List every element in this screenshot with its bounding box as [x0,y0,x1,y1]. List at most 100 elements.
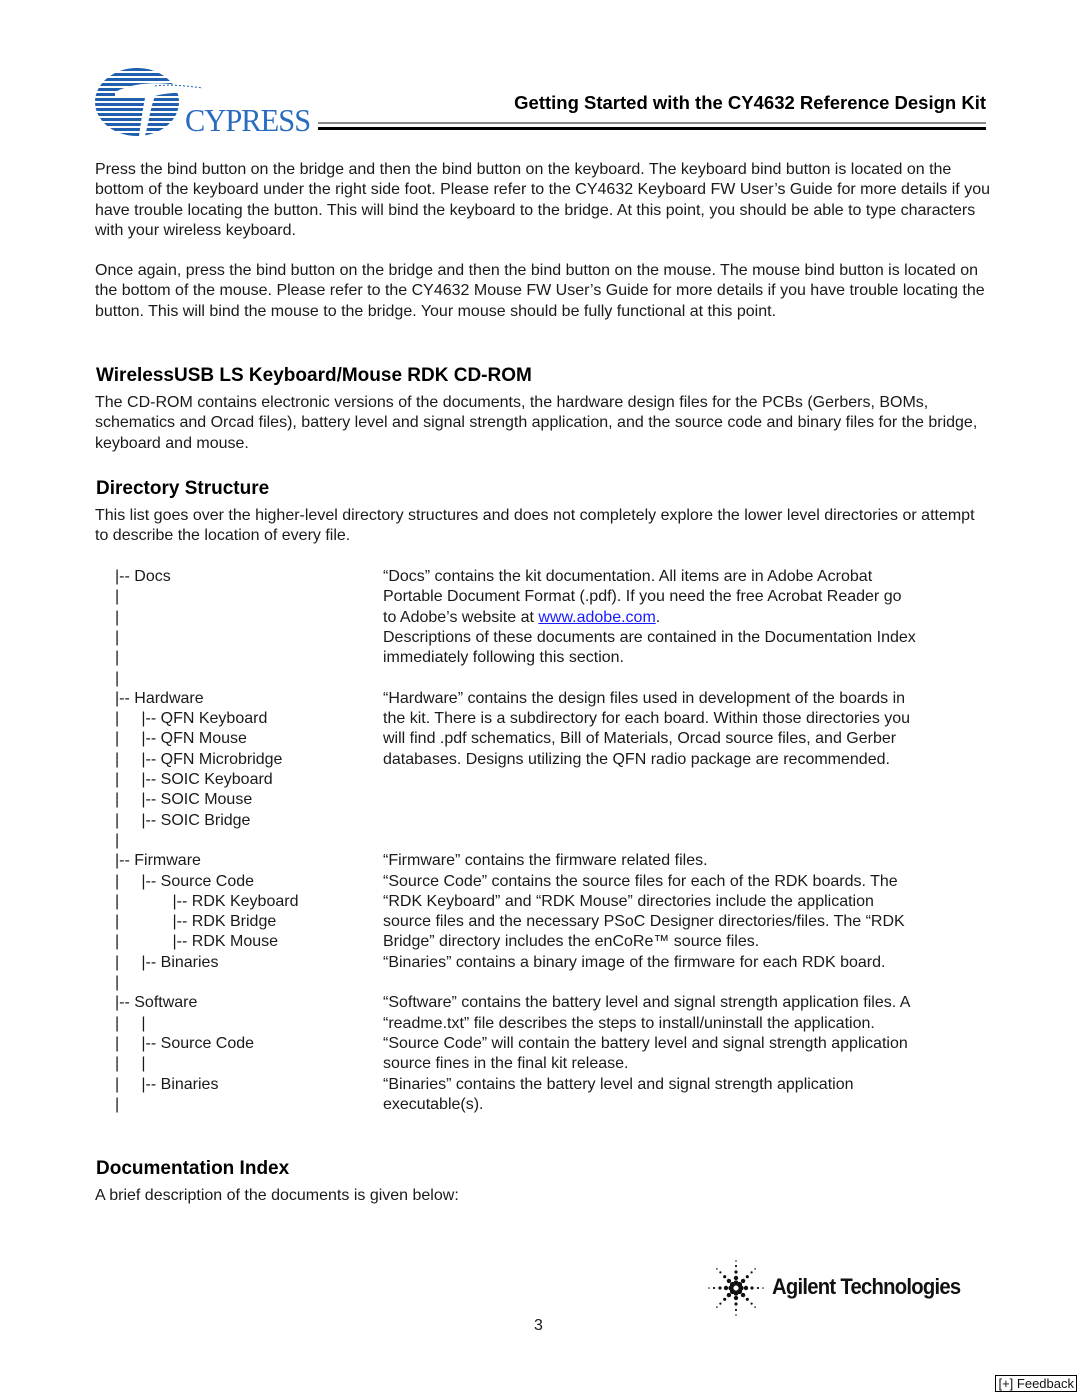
spark-dot [736,1281,743,1288]
spark-dot [743,1285,749,1291]
description-line: databases. Designs utilizing the QFN rad… [383,750,890,768]
tree-line: | | [115,1014,146,1032]
spark-dot [719,1271,722,1274]
agilent-spark-icon [708,1260,764,1316]
feedback-button[interactable]: [+] Feedback [995,1375,1077,1392]
tree-line: | [115,831,120,849]
tree-line: | |-- RDK Keyboard [115,892,299,910]
tree-line: | [115,628,120,646]
adobe-line-suffix: . [655,608,661,626]
description-line: “Source Code” contains the source files … [383,872,898,890]
document-title: Getting Started with the CY4632 Referenc… [514,92,986,113]
spark-dot [740,1278,746,1284]
spark-dot [734,1308,738,1312]
tree-line: | |-- SOIC Keyboard [115,771,273,788]
spark-dot [734,1270,738,1274]
tree-line: | |-- SOIC Bridge [115,811,251,829]
spark-dot [718,1286,722,1290]
description-line: “Docs” contains the kit documentation. A… [383,568,873,585]
spark-dot [733,1275,739,1281]
tree-line: | |-- RDK Bridge [115,913,277,931]
description-line: the kit. There is a subdirectory for eac… [383,710,911,728]
description-line: source files and the necessary PSoC Desi… [383,913,905,931]
documentation-index-paragraph: A brief description of the documents is … [95,1187,459,1204]
spark-dot [754,1306,756,1308]
adobe-website-link[interactable]: www.adobe.com [538,609,655,626]
cypress-logo-text: CYPRESS [185,102,311,138]
spark-dot [740,1292,746,1298]
description-line: Portable Document Format (.pdf). If you … [383,588,902,606]
tree-line: | |-- QFN Mouse [115,730,247,748]
tree-line: |-- Firmware [115,852,201,870]
cdrom-paragraph: The CD-ROM contains electronic versions … [95,394,978,452]
directory-paragraph: This list goes over the higher-level dir… [95,507,975,545]
spark-dot [756,1286,760,1290]
description-line: “Firmware” contains the firmware related… [383,852,708,870]
spark-dot [745,1275,749,1279]
description-line: source fines in the final kit release. [383,1055,629,1073]
spark-dot [735,1260,737,1262]
tree-line: | |-- QFN Keyboard [115,710,268,728]
tree-line: | | [115,1055,146,1073]
page-number: 3 [534,1317,543,1334]
spark-dot [712,1286,716,1290]
description-line: “Hardware” contains the design files use… [383,689,906,707]
tree-line: | |-- RDK Mouse [115,933,279,951]
spark-dot [754,1268,756,1270]
tree-line: | [115,649,120,667]
spark-dot [734,1302,738,1306]
description-line: will find .pdf schematics, Bill of Mater… [383,730,897,748]
spark-dot [708,1287,710,1289]
cypress-logo: CYPRESS [95,62,320,142]
description-line: immediately following this section. [383,649,624,667]
spark-dot [723,1275,727,1279]
spark-dot [716,1268,718,1270]
tree-line: |-- Docs [115,568,171,585]
spark-dot [716,1306,718,1308]
description-line: “readme.txt” file describes the steps to… [383,1014,875,1032]
description-line: Bridge” directory includes the enCoRe™ s… [383,933,760,951]
header-rule-thick [318,127,986,130]
spark-dot [733,1295,739,1301]
tree-line: | [115,588,120,606]
spark-dot [734,1264,738,1268]
spark-dot [750,1302,753,1305]
agilent-logo: Agilent Technologies [708,1258,993,1318]
description-line: “Software” contains the battery level an… [383,994,911,1012]
directory-descriptions: “Docs” contains the kit documentation. A… [383,567,993,1127]
description-line: executable(s). [383,1095,484,1113]
tree-line: |-- Hardware [115,689,204,707]
spark-dot [723,1297,727,1301]
documentation-index-heading: Documentation Index [96,1158,290,1179]
description-line: “RDK Keyboard” and “RDK Mouse” directori… [383,892,874,910]
intro-paragraph-2: Once again, press the bind button on the… [95,262,985,320]
description-line: “Source Code” will contain the battery l… [383,1034,908,1052]
spark-dot [726,1292,732,1298]
agilent-logo-text: Agilent Technologies [772,1274,961,1299]
tree-line: | [115,974,120,991]
tree-line: | [115,1095,120,1113]
tree-line: | |-- Binaries [115,953,219,971]
tree-line: | |-- Source Code [115,872,255,890]
tree-line: | [115,669,120,687]
description-line: to Adobe’s website at www.adobe.com. [383,608,660,628]
tree-line: | |-- Binaries [115,1075,219,1093]
tree-line: | [115,608,120,626]
intro-paragraph-1: Press the bind button on the bridge and … [95,161,990,239]
description-line: Descriptions of these documents are cont… [383,628,916,646]
description-line: “Binaries” contains the battery level an… [383,1075,854,1093]
spark-dot [750,1286,754,1290]
tree-line: |-- Software [115,994,198,1012]
spark-dot [723,1285,729,1291]
header-rule-thin [318,122,986,124]
spark-dot [719,1302,722,1305]
spark-dot [745,1297,749,1301]
spark-dot [726,1278,732,1284]
tree-line: | |-- SOIC Mouse [115,791,253,809]
tree-line: | |-- QFN Microbridge [115,750,283,768]
spark-dot [762,1287,764,1289]
directory-heading: Directory Structure [96,478,270,499]
cdrom-heading: WirelessUSB LS Keyboard/Mouse RDK CD-ROM [96,365,532,386]
spark-dot [750,1271,753,1274]
spark-dot [735,1314,737,1316]
